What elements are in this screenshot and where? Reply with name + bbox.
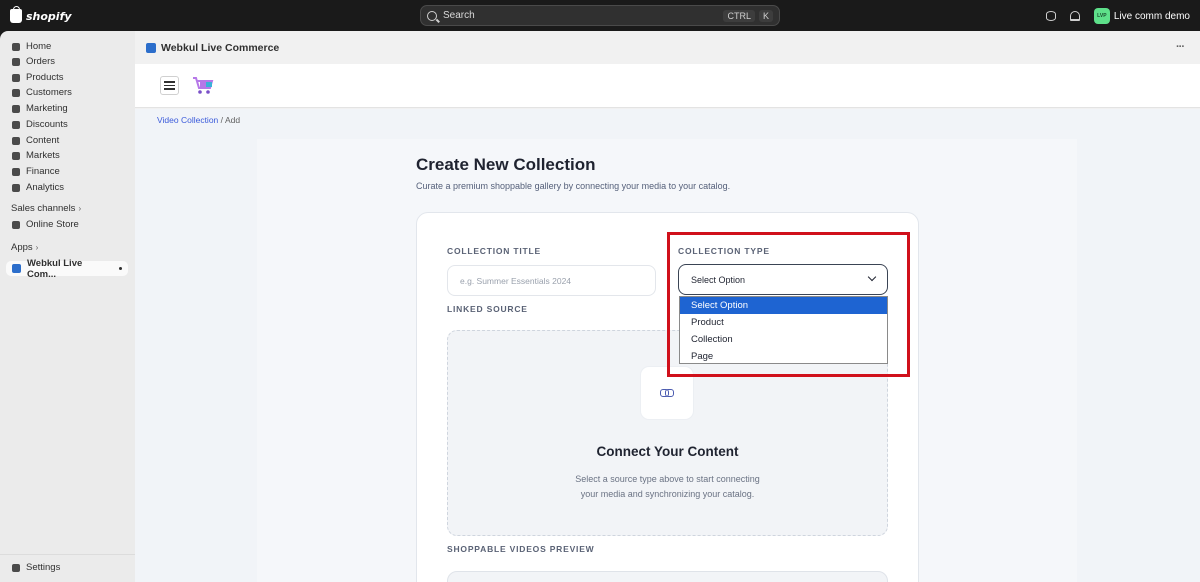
apps-heading[interactable]: Apps › — [11, 242, 38, 253]
sidebar-item-label: Finance — [26, 166, 60, 177]
shortcut-k: K — [758, 9, 773, 22]
sidebar-item-label: Analytics — [26, 182, 65, 193]
main-area: Webkul Live Commerce ··· Video Collectio… — [135, 31, 1200, 582]
search-bar[interactable]: Search CTRL K — [420, 5, 780, 26]
breadcrumb-current: Add — [224, 115, 241, 125]
chart-icon — [12, 183, 20, 192]
sidebar-item-markets[interactable]: Markets — [6, 148, 128, 163]
collection-title-label: COLLECTION TITLE — [447, 246, 542, 256]
link-icon — [660, 389, 674, 397]
home-icon — [12, 42, 20, 51]
shortcut-ctrl: CTRL — [723, 9, 755, 22]
page-title: Create New Collection — [416, 155, 596, 174]
collection-title-input[interactable]: e.g. Summer Essentials 2024 — [447, 265, 656, 296]
gear-icon — [12, 563, 20, 572]
breadcrumb: Video Collection / Add — [157, 115, 240, 125]
store-icon — [12, 220, 20, 229]
section-label: Apps — [11, 242, 33, 253]
target-icon — [12, 104, 20, 113]
hamburger-menu-button[interactable] — [160, 76, 179, 95]
highlight-box — [667, 232, 910, 377]
sidebar-item-settings[interactable]: Settings — [6, 560, 128, 575]
connect-description: Select a source type above to start conn… — [447, 472, 888, 502]
sidebar-item-label: Markets — [26, 150, 60, 161]
sidebar-item-label: Content — [26, 135, 60, 146]
top-right-actions: LVP Live comm demo — [1045, 8, 1190, 24]
top-bar: shopify Search CTRL K LVP Live comm demo — [0, 0, 1200, 31]
content-icon — [12, 136, 20, 145]
search-icon — [427, 10, 437, 21]
store-menu[interactable]: LVP Live comm demo — [1093, 8, 1190, 24]
breadcrumb-separator: / — [220, 115, 224, 125]
sales-channels-heading[interactable]: Sales channels › — [11, 203, 81, 214]
app-toolbar — [135, 64, 1200, 108]
page-subtitle: Curate a premium shoppable gallery by co… — [416, 181, 731, 191]
globe-icon — [12, 151, 20, 160]
sidebar-item-label: Products — [26, 72, 64, 83]
bell-icon[interactable] — [1069, 11, 1080, 21]
connect-desc-line-2: your media and synchronizing your catalo… — [580, 489, 755, 499]
sidebar-item-finance[interactable]: Finance — [6, 164, 128, 179]
app-header: Webkul Live Commerce ··· — [135, 31, 1200, 64]
sidebar-item-label: Home — [26, 41, 52, 52]
sidebar-item-label: Settings — [26, 562, 61, 573]
sidebar-item-orders[interactable]: Orders — [6, 54, 128, 69]
sidebar-item-label: Discounts — [26, 119, 68, 130]
database-icon[interactable] — [1045, 11, 1056, 21]
divider — [0, 554, 135, 555]
webkul-app-icon — [146, 42, 156, 53]
sidebar-item-customers[interactable]: Customers — [6, 85, 128, 100]
sidebar-item-webkul-app[interactable]: Webkul Live Com... — [6, 258, 128, 280]
more-icon[interactable]: ··· — [1176, 41, 1185, 53]
logo-text: shopify — [26, 9, 72, 23]
sidebar-item-products[interactable]: Products — [6, 70, 128, 85]
tag-icon — [12, 73, 20, 82]
discount-icon — [12, 120, 20, 129]
connect-title: Connect Your Content — [596, 444, 739, 459]
connect-desc-line-1: Select a source type above to start conn… — [575, 474, 760, 484]
sidebar-item-label: Webkul Live Com... — [27, 257, 83, 280]
sidebar-item-label: Marketing — [26, 103, 68, 114]
chevron-right-icon: › — [35, 243, 39, 252]
breadcrumb-link-video-collection[interactable]: Video Collection — [157, 115, 218, 125]
sidebar-item-content[interactable]: Content — [6, 133, 128, 148]
sidebar-item-label: Customers — [26, 87, 72, 98]
sidebar-item-label: Orders — [26, 56, 56, 67]
chevron-right-icon: › — [78, 204, 82, 213]
linked-source-label: LINKED SOURCE — [447, 304, 528, 314]
sidebar: Home Orders Products Customers Marketing… — [0, 31, 135, 582]
bank-icon — [12, 167, 20, 176]
avatar: LVP — [1093, 8, 1110, 24]
person-icon — [12, 88, 20, 97]
sidebar-item-analytics[interactable]: Analytics — [6, 180, 128, 195]
store-name: Live comm demo — [1113, 10, 1190, 22]
shopify-logo[interactable]: shopify — [10, 6, 72, 25]
sidebar-item-discounts[interactable]: Discounts — [6, 117, 128, 132]
preview-label: SHOPPABLE VIDEOS PREVIEW — [447, 544, 595, 554]
webkul-app-icon — [12, 264, 21, 273]
sidebar-item-label: Online Store — [26, 219, 79, 230]
pin-dot-icon — [119, 267, 122, 270]
app-title: Webkul Live Commerce — [161, 41, 280, 54]
search-placeholder: Search — [443, 10, 475, 21]
sidebar-item-online-store[interactable]: Online Store — [6, 217, 128, 232]
shopify-bag-icon — [10, 6, 22, 23]
orders-icon — [12, 57, 20, 66]
section-label: Sales channels — [11, 203, 76, 214]
sidebar-item-marketing[interactable]: Marketing — [6, 101, 128, 116]
sidebar-item-home[interactable]: Home — [6, 39, 128, 54]
cart-logo-icon — [193, 77, 214, 94]
videos-preview-area — [447, 571, 888, 582]
